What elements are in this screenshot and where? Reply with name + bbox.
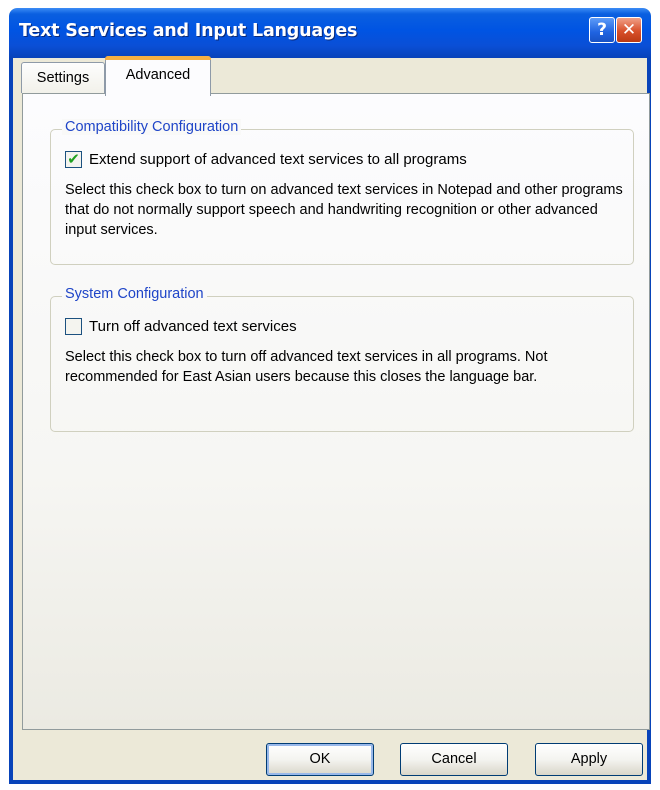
compatibility-description: Select this check box to turn on advance… (65, 182, 623, 238)
system-description: Select this check box to turn off advanc… (65, 349, 548, 385)
system-group-legend: System Configuration (62, 286, 207, 302)
window-frame-left (9, 58, 13, 784)
turn-off-services-checkbox[interactable] (65, 318, 82, 335)
close-icon[interactable]: ✕ (616, 17, 642, 43)
ok-button[interactable]: OK (266, 743, 374, 776)
extend-support-label[interactable]: Extend support of advanced text services… (89, 151, 467, 168)
cancel-button[interactable]: Cancel (400, 743, 508, 776)
window-frame-bottom (9, 780, 651, 784)
system-configuration-group: System Configuration Turn off advanced t… (50, 286, 634, 432)
turn-off-services-label[interactable]: Turn off advanced text services (89, 318, 297, 335)
compatibility-configuration-group: Compatibility Configuration ✔ Extend sup… (50, 119, 634, 265)
apply-button[interactable]: Apply (535, 743, 643, 776)
compatibility-group-legend: Compatibility Configuration (62, 119, 242, 135)
title-bar[interactable]: Text Services and Input Languages ? ✕ (9, 8, 651, 58)
tab-settings[interactable]: Settings (21, 62, 105, 93)
window-title: Text Services and Input Languages (19, 21, 358, 41)
extend-support-checkbox[interactable]: ✔ (65, 151, 82, 168)
tab-panel-advanced: Compatibility Configuration ✔ Extend sup… (22, 93, 650, 730)
tab-advanced[interactable]: Advanced (105, 56, 211, 96)
help-icon[interactable]: ? (589, 17, 615, 43)
